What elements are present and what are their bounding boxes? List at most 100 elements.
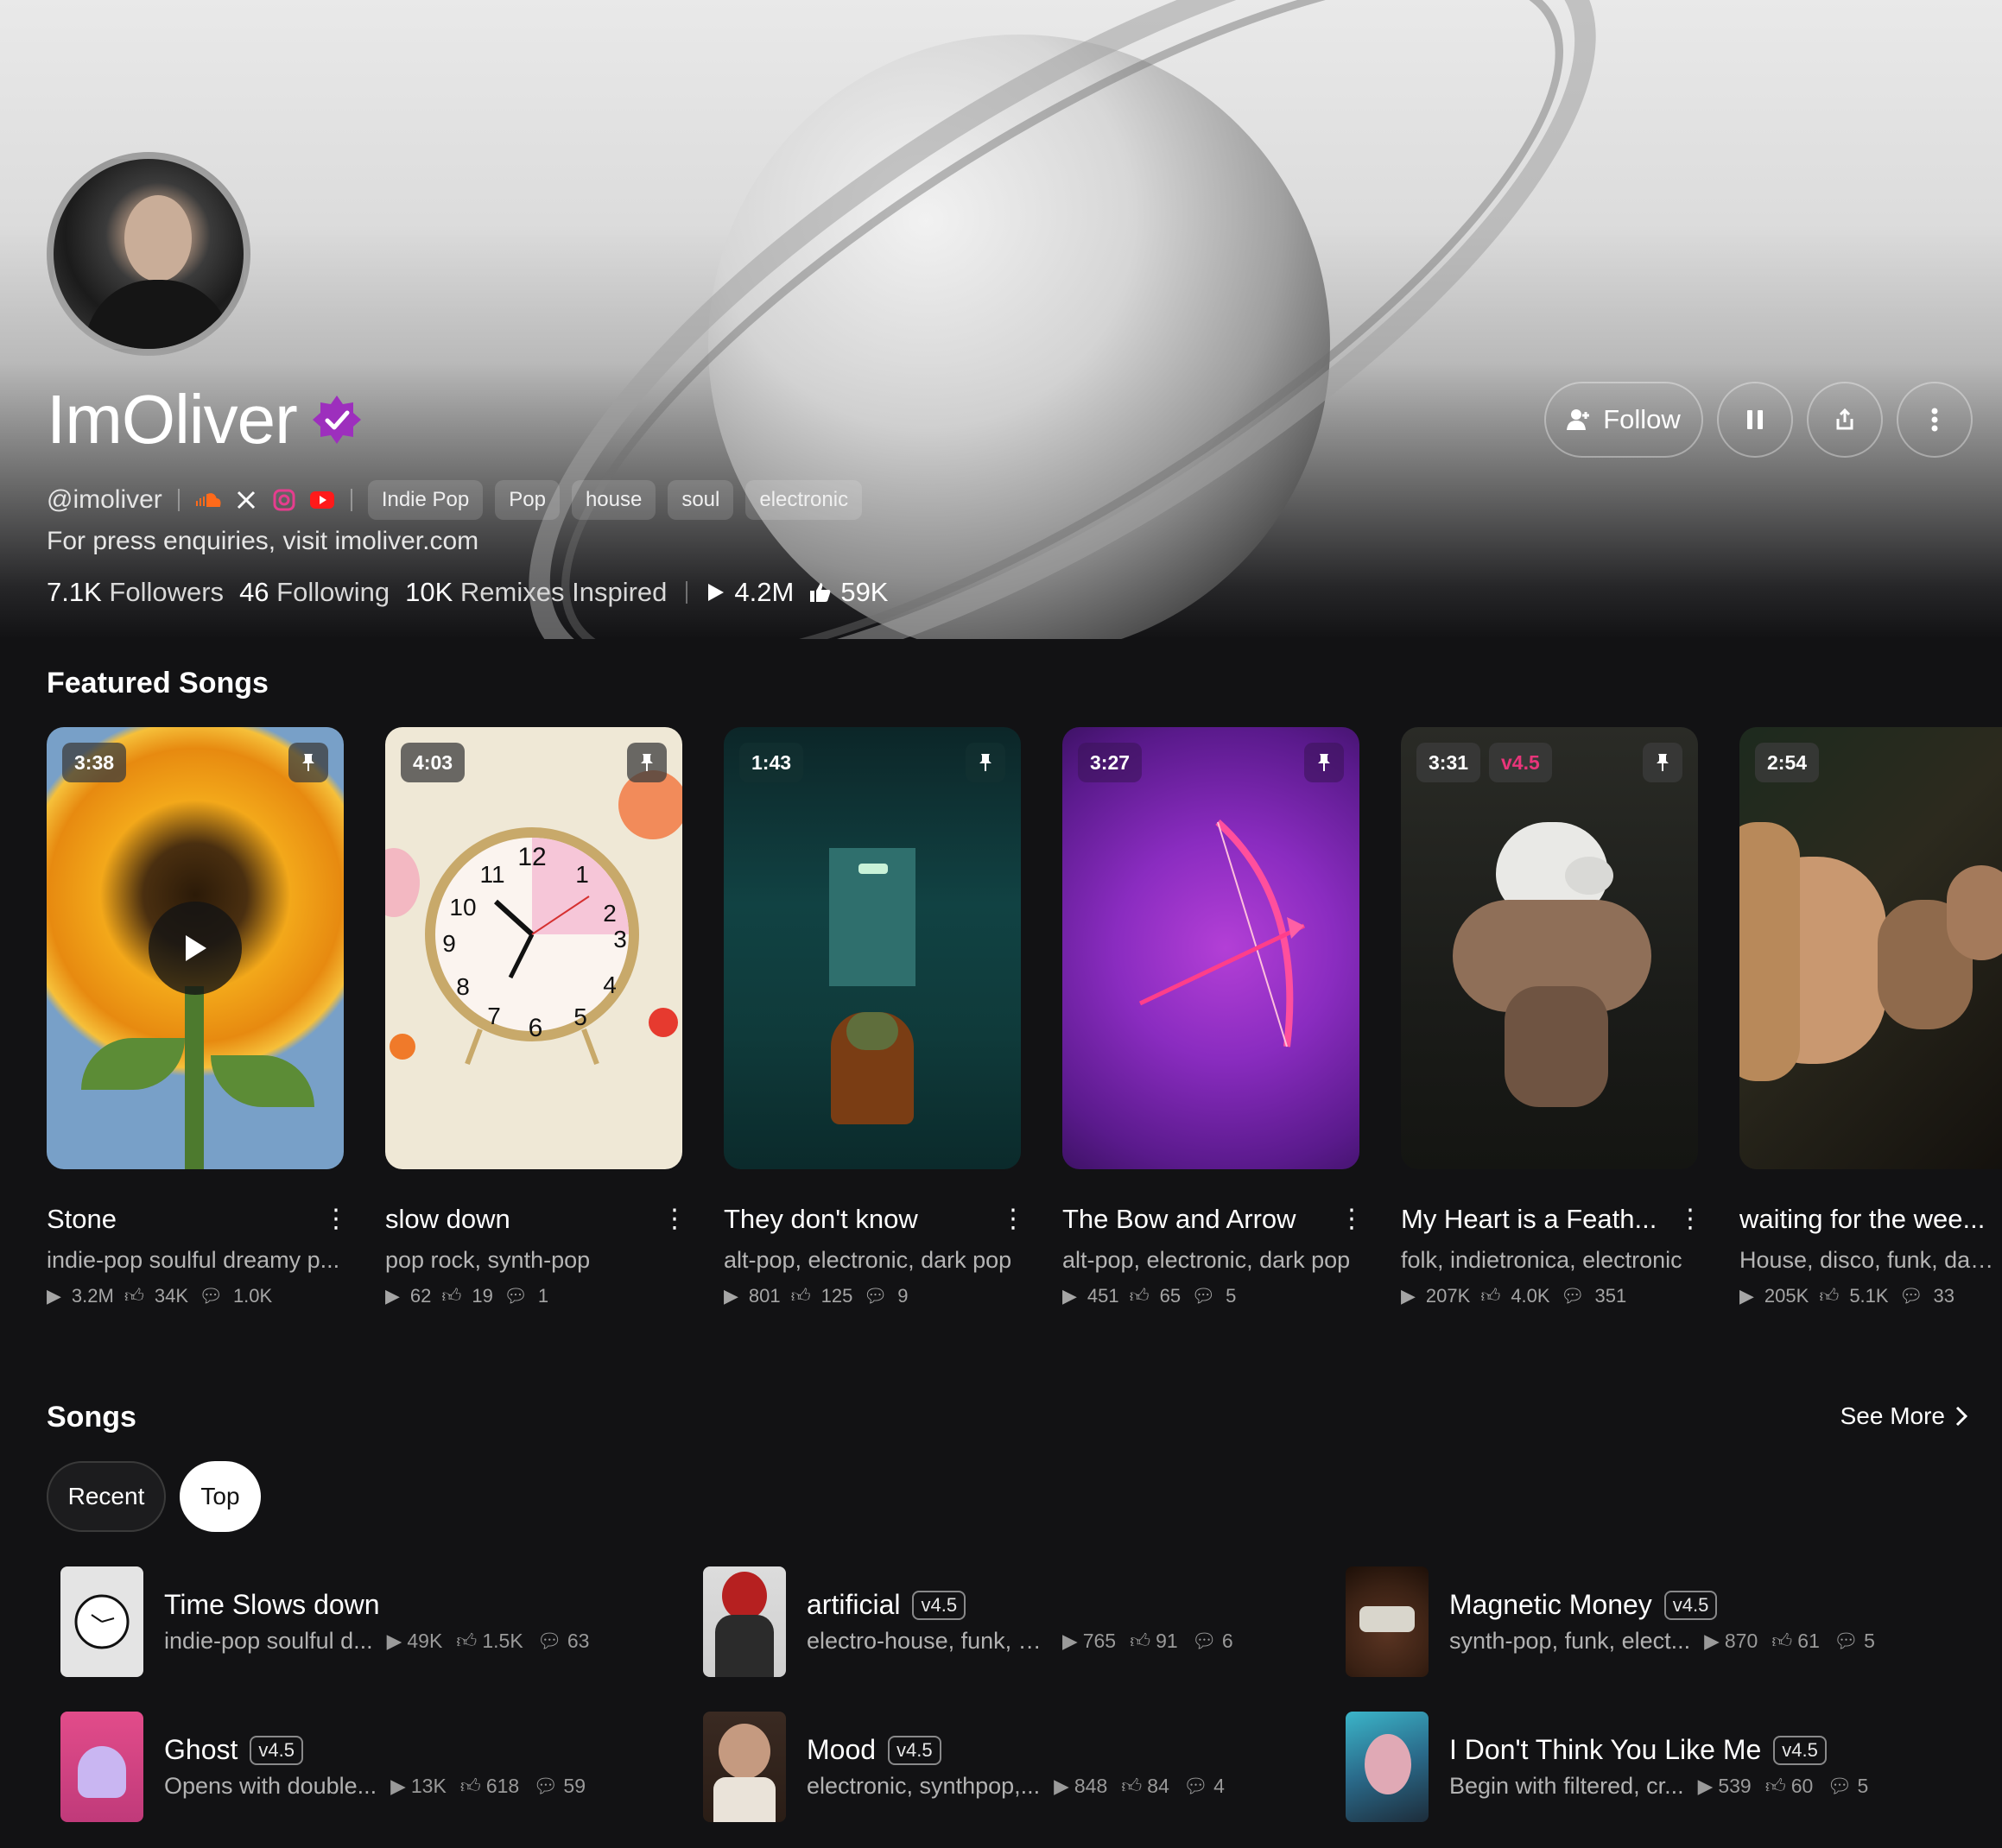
- song-cover[interactable]: 12 1 2 3 4 5 6 7 8 9 10 11 4:03: [385, 727, 682, 1169]
- version-badge: v4.5: [1663, 1590, 1718, 1620]
- soundcloud-icon[interactable]: [195, 487, 221, 513]
- song-cover[interactable]: 3:31 v4.5: [1401, 727, 1698, 1169]
- featured-song-card[interactable]: 3:27 The Bow and Arrow ⋮ alt-pop, electro…: [1062, 727, 1359, 1307]
- duration-badge: 1:43: [739, 743, 804, 782]
- song-title[interactable]: Magnetic Money: [1449, 1589, 1652, 1621]
- clock-icon: [74, 1594, 130, 1649]
- thumbs-up-icon: 👍︎: [441, 1285, 462, 1307]
- thumbs-up-icon: 👍︎: [1819, 1285, 1840, 1307]
- song-title[interactable]: Time Slows down: [164, 1589, 380, 1621]
- svg-text:12: 12: [517, 843, 546, 871]
- more-options-button[interactable]: [1897, 382, 1973, 458]
- like-count: 👍︎ 84: [1121, 1774, 1169, 1798]
- song-title[interactable]: The Bow and Arrow: [1062, 1204, 1296, 1235]
- featured-song-card[interactable]: 3:38 Stone ⋮ indie-pop soulful dreamy p..…: [47, 727, 344, 1307]
- featured-song-card[interactable]: 3:31 v4.5 My Heart is a Feath... ⋮ folk, …: [1401, 727, 1698, 1307]
- song-title[interactable]: I Don't Think You Like Me: [1449, 1734, 1761, 1766]
- following-stat[interactable]: 46 Following: [239, 577, 390, 608]
- song-title[interactable]: Ghost: [164, 1734, 238, 1766]
- list-item[interactable]: artificial v4.5 electro-house, funk, e...…: [703, 1566, 1325, 1677]
- svg-text:1: 1: [575, 861, 589, 888]
- song-thumbnail[interactable]: [1346, 1712, 1429, 1822]
- genre-tag[interactable]: Pop: [495, 480, 560, 520]
- song-title[interactable]: slow down: [385, 1204, 510, 1235]
- profile-meta-row: @imoliver Indie Pop Pop house soul elect…: [47, 480, 863, 520]
- songs-title: Songs: [47, 1401, 136, 1433]
- svg-text:2: 2: [603, 900, 617, 927]
- more-vertical-icon[interactable]: ⋮: [1000, 1206, 1021, 1232]
- play-button[interactable]: [149, 902, 242, 995]
- pin-icon[interactable]: [627, 743, 667, 782]
- svg-text:5: 5: [573, 1003, 587, 1030]
- more-vertical-icon[interactable]: ⋮: [662, 1206, 682, 1232]
- song-cover[interactable]: 1:43: [724, 727, 1021, 1169]
- list-item[interactable]: Time Slows down indie-pop soulful d... ▶…: [60, 1566, 682, 1677]
- play-icon: ▶: [1704, 1630, 1720, 1652]
- genre-tag[interactable]: Indie Pop: [367, 480, 484, 520]
- song-thumbnail[interactable]: [703, 1712, 786, 1822]
- song-thumbnail[interactable]: [60, 1712, 143, 1822]
- play-icon: ▶: [47, 1284, 61, 1307]
- play-icon: ▶: [385, 1284, 400, 1307]
- list-item[interactable]: Magnetic Money v4.5 synth-pop, funk, elec…: [1346, 1566, 1967, 1677]
- filter-top-tab[interactable]: Top: [180, 1461, 261, 1532]
- svg-text:8: 8: [456, 973, 470, 1000]
- play-icon: ▶: [1054, 1775, 1069, 1797]
- play-count: ▶ 848: [1054, 1775, 1108, 1797]
- duration-badge: 2:54: [1755, 743, 1820, 782]
- clock-illustration: 12 1 2 3 4 5 6 7 8 9 10 11: [425, 827, 639, 1066]
- play-icon: ▶: [1062, 1284, 1077, 1307]
- pin-icon[interactable]: [966, 743, 1005, 782]
- pin-icon[interactable]: [288, 743, 328, 782]
- see-more-link[interactable]: See More: [1840, 1402, 1967, 1430]
- song-thumbnail[interactable]: [1346, 1566, 1429, 1677]
- featured-song-card[interactable]: 12 1 2 3 4 5 6 7 8 9 10 11 4:03 slow dow…: [385, 727, 682, 1307]
- play-icon: ▶: [724, 1284, 738, 1307]
- list-item[interactable]: Mood v4.5 electronic, synthpop,... ▶ 848 👍…: [703, 1712, 1325, 1822]
- more-vertical-icon[interactable]: ⋮: [1677, 1206, 1698, 1232]
- divider: [686, 581, 688, 604]
- list-item[interactable]: I Don't Think You Like Me v4.5 Begin with…: [1346, 1712, 1967, 1822]
- filter-recent-tab[interactable]: Recent: [47, 1461, 166, 1532]
- duration-badge: 4:03: [401, 743, 466, 782]
- pin-icon[interactable]: [1304, 743, 1344, 782]
- more-vertical-icon[interactable]: ⋮: [1339, 1206, 1359, 1232]
- song-genre: indie-pop soulful dreamy p...: [47, 1247, 340, 1273]
- song-thumbnail[interactable]: [60, 1566, 143, 1677]
- thumbs-up-icon: 👍︎: [459, 1774, 481, 1797]
- song-title[interactable]: Stone: [47, 1204, 117, 1235]
- bow-arrow-illustration: [1138, 820, 1306, 1047]
- genre-tag[interactable]: electronic: [745, 480, 863, 520]
- youtube-icon[interactable]: [309, 487, 335, 513]
- remixes-stat[interactable]: 10K Remixes Inspired: [405, 577, 667, 608]
- song-title[interactable]: artificial: [807, 1589, 900, 1621]
- share-button[interactable]: [1807, 382, 1883, 458]
- song-cover[interactable]: 2:54: [1739, 727, 2002, 1169]
- more-vertical-icon[interactable]: ⋮: [323, 1206, 344, 1232]
- song-stats: ▶ 62 👍︎ 19 💬︎ 1: [385, 1284, 549, 1307]
- follow-button[interactable]: Follow: [1544, 382, 1703, 458]
- list-item[interactable]: Ghost v4.5 Opens with double... ▶ 13K 👍︎ 61…: [60, 1712, 682, 1822]
- x-icon[interactable]: [233, 487, 259, 513]
- genre-tag[interactable]: soul: [668, 480, 734, 520]
- song-genre: pop rock, synth-pop: [385, 1247, 591, 1273]
- song-title[interactable]: They don't know: [724, 1204, 918, 1235]
- thumbs-up-icon: 👍︎: [1480, 1285, 1501, 1307]
- song-cover[interactable]: 3:38: [47, 727, 344, 1169]
- featured-song-card[interactable]: 1:43 They don't know ⋮ alt-pop, electroni…: [724, 727, 1021, 1307]
- song-stats: ▶ 451 👍︎ 65 💬︎ 5: [1062, 1284, 1237, 1307]
- avatar[interactable]: [47, 152, 250, 356]
- song-title[interactable]: My Heart is a Feath...: [1401, 1204, 1657, 1235]
- song-thumbnail[interactable]: [703, 1566, 786, 1677]
- song-title[interactable]: waiting for the wee...: [1739, 1204, 1985, 1235]
- instagram-icon[interactable]: [271, 487, 297, 513]
- featured-song-card[interactable]: 2:54 waiting for the wee... House, disco…: [1739, 727, 2002, 1307]
- song-cover[interactable]: 3:27: [1062, 727, 1359, 1169]
- pin-icon[interactable]: [1643, 743, 1682, 782]
- pause-button[interactable]: [1717, 382, 1793, 458]
- genre-tag[interactable]: house: [571, 480, 656, 520]
- song-title[interactable]: Mood: [807, 1734, 876, 1766]
- followers-stat[interactable]: 7.1K Followers: [47, 577, 224, 608]
- svg-text:6: 6: [529, 1014, 543, 1042]
- song-genre: indie-pop soulful d...: [164, 1628, 373, 1654]
